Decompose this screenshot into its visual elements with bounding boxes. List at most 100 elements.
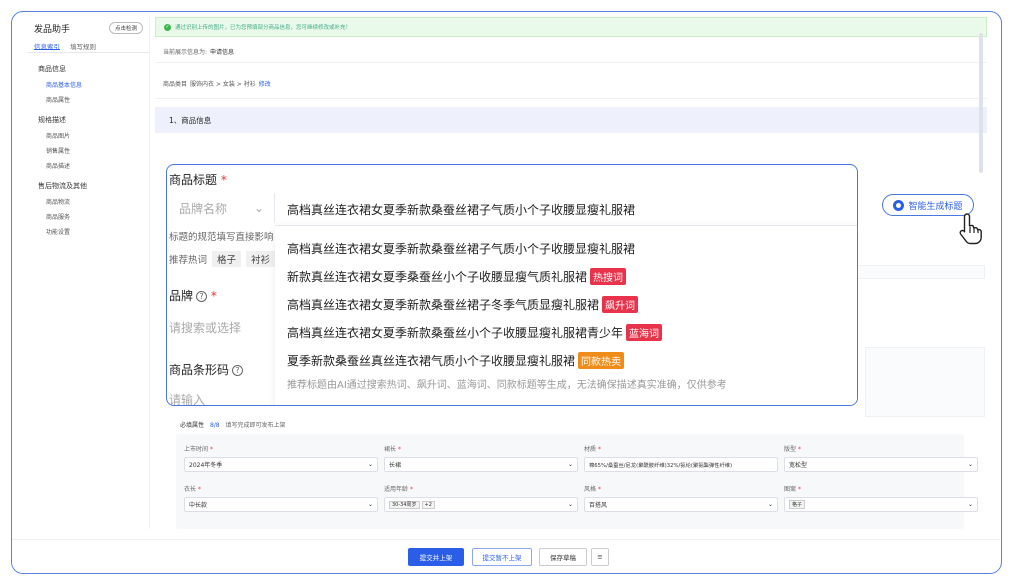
help-icon[interactable]: ?: [232, 365, 244, 376]
submit-unlisted-button[interactable]: 提交暂不上架: [472, 548, 532, 566]
field-garment-length: 衣长 * 中长款 ⌄: [184, 484, 378, 512]
sidebar-item-description[interactable]: 商品描述: [46, 161, 149, 170]
field-label: 裙长: [384, 446, 397, 453]
scrollbar[interactable]: [979, 33, 983, 173]
fit-select[interactable]: 宽松型 ⌄: [784, 457, 978, 472]
field-launch-time: 上市时间 * 2024年冬季 ⌄: [184, 444, 378, 472]
hidden-panel: [865, 347, 985, 417]
hot-word-tag[interactable]: 格子: [212, 251, 242, 267]
section-title-bar: 1、商品信息: [155, 107, 987, 133]
material-select[interactable]: 棉65%/桑蚕丝/尼龙(聚酰胺纤维)32%/氨纶(聚氨酯弹性纤维): [584, 457, 778, 472]
age-chip[interactable]: 30-34周岁: [389, 501, 420, 509]
category-edit-link[interactable]: 修改: [259, 79, 271, 88]
select-value: 中长款: [189, 502, 208, 509]
select-value: 百搭风: [589, 502, 608, 509]
required-attributes: 必填属性 8/8 填写完成即可发布上架 上市时间 * 2024年冬季 ⌄ 裙长 *…: [176, 420, 1000, 529]
sidebar-tabs: 信息索引 填写规则: [28, 39, 149, 53]
option-text: 新款真丝连衣裙女夏季桑蚕丝小个子收腰显瘦气质礼服裙: [287, 270, 588, 284]
help-icon[interactable]: ?: [196, 291, 208, 302]
suggestion-option[interactable]: 高档真丝连衣裙女夏季新款桑蚕丝裙子冬季气质显瘦礼服裙 飙升词: [287, 296, 639, 313]
suggestion-option[interactable]: 高档真丝连衣裙女夏季新款桑蚕丝小个子收腰显瘦礼服裙青少年 蓝海词: [287, 324, 663, 341]
suggestion-option[interactable]: 新款真丝连衣裙女夏季桑蚕丝小个子收腰显瘦气质礼服裙 热搜词: [287, 268, 627, 285]
select-value: 2024年冬季: [189, 462, 223, 469]
sidebar: 发品助手 点击检测 信息索引 填写规则 商品信息 商品基本信息 商品属性 规格描…: [28, 17, 150, 529]
current-info-label: 当前展示信息为:: [163, 49, 208, 56]
field-label: 上市时间: [184, 446, 209, 453]
field-age: 适用年龄 * 30-34周岁 +2 ⌄: [384, 484, 578, 512]
notice-text: 通过识别上传的图片，已为您预填部分商品信息，您可继续修改或补充！: [175, 25, 352, 31]
attributes-title: 必填属性: [180, 422, 205, 429]
rising-badge: 飙升词: [602, 296, 639, 313]
sidebar-group-aftersale: 售后物流及其他: [38, 182, 87, 190]
field-label: 版型: [784, 446, 797, 453]
pattern-select[interactable]: 格子 ⌄: [784, 497, 978, 512]
blue-ocean-badge: 蓝海词: [626, 324, 663, 341]
check-circle-icon: ✓: [164, 23, 171, 31]
sidebar-item-settings[interactable]: 功能设置: [46, 227, 149, 236]
garment-length-select[interactable]: 中长款 ⌄: [184, 497, 378, 512]
attributes-count: 8/8: [209, 422, 220, 429]
option-text: 夏季新款桑蚕丝真丝连衣裙气质小个子收腰显瘦礼服裙: [287, 354, 576, 368]
hot-word-tag[interactable]: 衬衫: [246, 251, 276, 267]
select-value: 长裙: [389, 462, 402, 469]
title-hint: 标题的规范填写直接影响: [169, 232, 274, 243]
sidebar-item-services[interactable]: 商品服务: [46, 212, 149, 221]
chevron-down-icon: ⌄: [967, 501, 973, 508]
category-path: 服饰内衣 > 女装 > 衬衫: [190, 81, 256, 88]
option-text: 高档真丝连衣裙女夏季新款桑蚕丝小个子收腰显瘦礼服裙青少年: [287, 326, 624, 340]
field-label: 风格: [584, 486, 597, 493]
age-select[interactable]: 30-34周岁 +2 ⌄: [384, 497, 578, 512]
pattern-chip[interactable]: 格子: [789, 500, 806, 509]
sidebar-item-logistics[interactable]: 商品物流: [46, 197, 149, 206]
suggestion-option[interactable]: 高档真丝连衣裙女夏季新款桑蚕丝裙子气质小个子收腰显瘦礼服裙: [287, 240, 635, 257]
brand-search-input[interactable]: 请搜索或选择: [169, 319, 241, 336]
sidebar-header: 发品助手 点击检测: [28, 17, 149, 39]
select-placeholder: 品牌名称: [179, 201, 228, 216]
field-skirt-length: 裙长 * 长裙 ⌄: [384, 444, 578, 472]
attributes-box: 上市时间 * 2024年冬季 ⌄ 裙长 * 长裙 ⌄ 材质 * 棉65%/桑蚕丝/尼…: [176, 434, 978, 529]
menu-icon[interactable]: ≡: [591, 548, 609, 566]
hot-words-label: 推荐热词: [169, 255, 208, 266]
field-style: 风格 * 百搭风 ⌄: [584, 484, 778, 512]
tab-info-index[interactable]: 信息索引: [34, 41, 60, 51]
chevron-down-icon: ⌄: [567, 501, 573, 508]
title-suggestions-dropdown: 高档真丝连衣裙女夏季新款桑蚕丝裙子气质小个子收腰显瘦礼服裙 新款真丝连衣裙女夏季…: [275, 225, 857, 405]
sidebar-item-sales-attrs[interactable]: 销售属性: [46, 146, 149, 155]
title-suggestion-popup: 商品标题 * 品牌名称 ⌄ 高档真丝连衣裙女夏季新款桑蚕丝裙子气质小个子收腰显瘦礼…: [166, 164, 858, 406]
option-text: 高档真丝连衣裙女夏季新款桑蚕丝裙子冬季气质显瘦礼服裙: [287, 298, 600, 312]
success-notice: ✓ 通过识别上传的图片，已为您预填部分商品信息，您可继续修改或补充！: [155, 17, 987, 37]
barcode-field-label: 商品条形码?: [169, 361, 244, 378]
sidebar-item-basic-info[interactable]: 商品基本信息: [46, 80, 149, 89]
chevron-down-icon: ⌄: [967, 461, 973, 468]
skirt-length-select[interactable]: 长裙 ⌄: [384, 457, 578, 472]
title-input[interactable]: 高档真丝连衣裙女夏季新款桑蚕丝裙子气质小个子收腰显瘦礼服裙: [287, 201, 635, 218]
hand-pointer-icon: [959, 213, 982, 245]
chevron-down-icon: ⌄: [367, 461, 373, 468]
barcode-input[interactable]: 请输入: [169, 391, 205, 405]
attributes-hint: 填写完成即可发布上架: [225, 422, 286, 429]
check-button[interactable]: 点击检测: [108, 22, 143, 34]
field-label: 衣长: [184, 486, 197, 493]
field-fit: 版型 * 宽松型 ⌄: [784, 444, 978, 472]
option-text: 高档真丝连衣裙女夏季新款桑蚕丝裙子气质小个子收腰显瘦礼服裙: [287, 242, 636, 256]
sidebar-title: 发品助手: [34, 24, 71, 35]
sidebar-item-images[interactable]: 商品图片: [46, 131, 149, 140]
label-text: 商品标题: [169, 173, 218, 187]
brand-name-select[interactable]: 品牌名称 ⌄: [169, 193, 275, 223]
title-field-label: 商品标题 *: [169, 173, 227, 187]
style-select[interactable]: 百搭风 ⌄: [584, 497, 778, 512]
chevron-down-icon: ⌄: [253, 201, 264, 215]
submit-publish-button[interactable]: 提交并上架: [408, 548, 464, 566]
select-value: 宽松型: [789, 462, 808, 469]
sidebar-group-spec: 规格描述: [38, 116, 66, 124]
suggestion-option[interactable]: 夏季新款桑蚕丝真丝连衣裙气质小个子收腰显瘦礼服裙 同款热卖: [287, 352, 625, 369]
current-info-line: 当前展示信息为: 申请信息: [155, 41, 987, 63]
launch-time-select[interactable]: 2024年冬季 ⌄: [184, 457, 378, 472]
tab-fill-rules[interactable]: 填写规则: [70, 41, 96, 51]
ai-disclaimer: 推荐标题由AI通过搜索热词、飙升词、蓝海词、同款标题等生成，无法确保描述真实准确…: [287, 380, 727, 391]
field-label: 适用年龄: [384, 486, 409, 493]
age-more-chip[interactable]: +2: [421, 501, 435, 509]
save-draft-button[interactable]: 保存草稿: [539, 548, 587, 566]
attributes-heading: 必填属性 8/8 填写完成即可发布上架: [180, 420, 1000, 429]
sidebar-item-attributes[interactable]: 商品属性: [46, 95, 149, 104]
